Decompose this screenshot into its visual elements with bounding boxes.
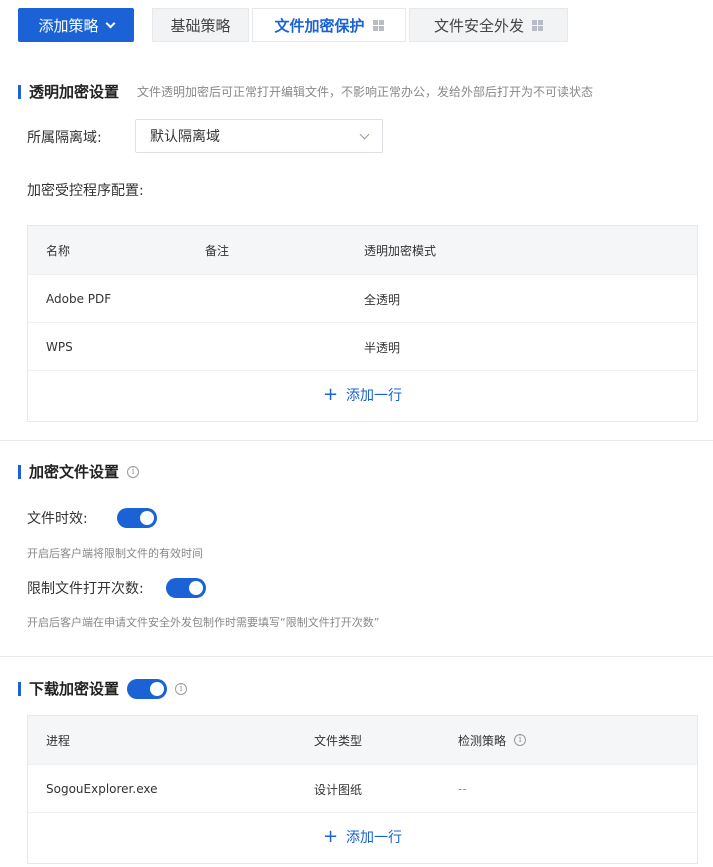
info-icon[interactable]: i	[514, 734, 527, 746]
table-row[interactable]: WPS 半透明	[28, 322, 697, 370]
tab-label: 基础策略	[170, 16, 231, 35]
toggle-knob	[189, 581, 203, 595]
isolation-domain-select[interactable]: 默认隔离域	[135, 119, 383, 153]
cell-name: WPS	[46, 340, 73, 354]
open-limit-label: 限制文件打开次数:	[27, 581, 144, 597]
program-config-label: 加密受控程序配置:	[27, 183, 144, 199]
table-header: 名称 备注 透明加密模式	[28, 226, 697, 274]
section-encrypted-file: 加密文件设置 i	[18, 461, 140, 482]
chevron-down-icon	[105, 18, 115, 28]
table-header: 进程 文件类型 检测策略 i	[28, 716, 697, 764]
section-download-encryption: 下载加密设置 i	[18, 678, 188, 699]
table-row[interactable]: SogouExplorer.exe 设计图纸 --	[28, 764, 697, 812]
cell-process: SogouExplorer.exe	[46, 782, 158, 796]
tab-basic-policy[interactable]: 基础策略	[152, 8, 249, 42]
section-marker	[18, 84, 21, 99]
download-encryption-toggle-wrap	[127, 678, 168, 699]
open-limit-toggle[interactable]	[166, 578, 206, 598]
open-limit-hint: 开启后客户端在申请文件安全外发包制作时需要填写“限制文件打开次数”	[27, 616, 380, 629]
section-description: 文件透明加密后可正常打开编辑文件，不影响正常办公，发给外部后打开为不可读状态	[137, 85, 594, 99]
isolation-domain-label: 所属隔离域:	[27, 130, 102, 146]
cell-name: Adobe PDF	[46, 292, 112, 306]
tab-file-encryption[interactable]: 文件加密保护	[252, 8, 406, 42]
add-row-label: 添加一行	[346, 829, 403, 846]
add-row-button[interactable]: + 添加一行	[28, 370, 697, 418]
section-marker	[18, 681, 21, 696]
toggle-knob	[140, 511, 154, 525]
download-process-table: 进程 文件类型 检测策略 i SogouExplorer.exe 设计图纸 --…	[27, 715, 698, 864]
download-encryption-toggle[interactable]	[127, 678, 168, 699]
isolation-domain-value: 默认隔离域	[150, 129, 220, 145]
section-transparent-encryption: 透明加密设置 文件透明加密后可正常打开编辑文件，不影响正常办公，发给外部后打开为…	[18, 81, 593, 102]
add-row-label: 添加一行	[346, 387, 403, 404]
header-mode: 透明加密模式	[364, 243, 437, 258]
header-detection-policy: 检测策略 i	[458, 716, 527, 764]
cell-policy: --	[458, 782, 467, 796]
table-row[interactable]: Adobe PDF 全透明	[28, 274, 697, 322]
header-file-type: 文件类型	[314, 733, 363, 748]
add-policy-label: 添加策略	[38, 16, 99, 35]
section-title: 下载加密设置	[29, 680, 120, 698]
section-marker	[18, 464, 21, 479]
plus-icon: +	[322, 825, 339, 847]
header-detection-policy-label: 检测策略	[458, 733, 507, 748]
section-title: 透明加密设置	[29, 83, 120, 101]
header-process: 进程	[46, 733, 71, 748]
info-icon[interactable]: i	[175, 682, 188, 695]
cell-mode: 半透明	[364, 340, 401, 355]
cell-mode: 全透明	[364, 292, 401, 307]
top-bar: 添加策略 基础策略 文件加密保护 文件安全外发	[0, 0, 713, 58]
add-policy-button[interactable]: 添加策略	[18, 8, 134, 42]
info-icon[interactable]: i	[127, 465, 140, 478]
tab-label: 文件加密保护	[274, 16, 365, 35]
add-row-button[interactable]: + 添加一行	[28, 812, 697, 860]
plus-icon: +	[322, 383, 339, 405]
header-note: 备注	[205, 243, 230, 258]
toggle-knob	[150, 681, 165, 696]
section-divider	[0, 440, 713, 441]
file-validity-label: 文件时效:	[27, 511, 88, 527]
tab-label: 文件安全外发	[433, 16, 524, 35]
section-title: 加密文件设置	[29, 463, 120, 481]
file-validity-hint: 开启后客户端将限制文件的有效时间	[27, 547, 203, 560]
windows-icon	[532, 19, 543, 31]
cell-file-type: 设计图纸	[314, 782, 363, 797]
encryption-program-table: 名称 备注 透明加密模式 Adobe PDF 全透明 WPS 半透明 + 添加一…	[27, 225, 698, 422]
section-divider	[0, 656, 713, 657]
windows-icon	[372, 19, 384, 31]
file-validity-toggle[interactable]	[117, 508, 157, 528]
header-name: 名称	[46, 243, 71, 258]
tab-file-secure-send[interactable]: 文件安全外发	[409, 8, 568, 42]
chevron-down-icon	[359, 129, 370, 139]
